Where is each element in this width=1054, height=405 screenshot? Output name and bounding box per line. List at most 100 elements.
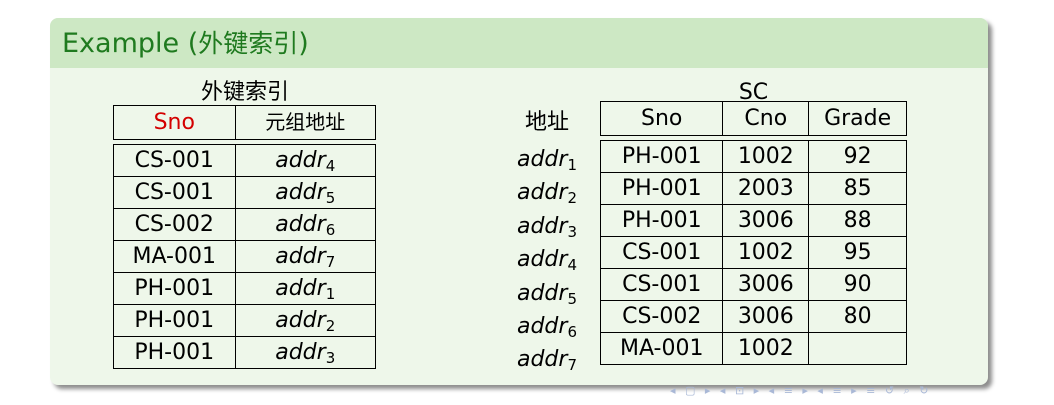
address-subscript: 5 [567,289,577,308]
block-title-latin: Example ( [62,28,199,59]
address-text: addr [516,313,568,339]
address-label: addr1 [512,143,582,176]
index-address-cell: addr6 [234,208,376,241]
sc-sno-cell: MA-001 [599,332,724,365]
index-sno-cell: CS-001 [113,144,236,177]
address-text: addr [275,244,326,269]
index-sno-cell: PH-001 [113,304,236,337]
sc-cno-cell: 3006 [722,268,810,301]
address-text: addr [516,180,568,206]
table-row: PH-001 2003 85 [599,172,907,205]
sc-header-cno: Cno [722,101,810,136]
sc-sno-cell: PH-001 [599,172,724,205]
address-label: addr6 [512,310,582,343]
block-title-close: ) [298,28,309,59]
sc-cno-cell: 3006 [722,204,810,237]
sc-cno-cell: 1002 [722,140,810,173]
sc-grade-cell: 95 [808,236,907,269]
index-header-tuple-address: 元组地址 [234,105,376,140]
sc-sno-cell: CS-002 [599,300,724,333]
address-label: addr2 [512,176,582,209]
table-row: CS-001 3006 90 [599,268,907,301]
index-sno-cell: PH-001 [113,272,236,305]
index-address-cell: addr4 [234,144,376,177]
address-text: addr [516,247,568,273]
address-text: addr [516,213,568,239]
address-subscript: 4 [567,256,577,275]
sc-header-row: Sno Cno Grade [599,101,907,136]
foreign-key-index-table: Sno 元组地址 CS-001 addr4 CS-001 addr5 CS-002 add… [113,105,376,369]
address-subscript: 3 [325,349,336,367]
address-text: addr [275,180,326,205]
address-text: addr [516,147,568,172]
index-sno-cell: MA-001 [113,240,236,273]
sc-sno-cell: CS-001 [599,268,724,301]
block-title-cjk: 外键索引 [198,29,299,58]
table-row: PH-001 3006 88 [599,204,907,237]
address-label: addr7 [512,343,582,376]
address-subscript: 3 [567,222,577,241]
sc-sno-cell: PH-001 [599,204,724,237]
address-subscript: 7 [567,356,577,375]
table-row: CS-001 addr4 [113,144,376,177]
sc-grade-cell: 90 [808,268,907,301]
sc-grade-cell: 85 [808,172,907,205]
sc-header-grade: Grade [808,101,907,136]
table-row: MA-001 1002 [599,332,907,365]
sc-cno-cell: 3006 [722,300,810,333]
sc-cno-cell: 1002 [722,332,810,365]
index-header-row: Sno 元组地址 [113,105,376,140]
table-row: PH-001 addr1 [113,272,376,305]
index-sno-cell: CS-001 [113,176,236,209]
index-sno-cell: PH-001 [113,336,236,369]
address-subscript: 1 [325,285,336,303]
sc-header-sno: Sno [599,101,724,136]
address-text: addr [275,148,326,173]
sc-cno-cell: 2003 [722,172,810,205]
address-subscript: 5 [325,189,336,207]
index-header-sno: Sno [113,105,236,140]
address-text: addr [275,308,326,333]
table-row: PH-001 1002 92 [599,140,907,173]
sc-grade-cell: 80 [808,300,907,333]
index-address-cell: addr2 [234,304,376,337]
table-row: PH-001 addr2 [113,304,376,337]
table-row: CS-002 addr6 [113,208,376,241]
index-sno-cell: CS-002 [113,208,236,241]
address-label: addr4 [512,243,582,276]
address-subscript: 6 [325,221,336,239]
table-row: CS-001 1002 95 [599,236,907,269]
address-subscript: 6 [567,322,577,341]
table-row: MA-001 addr7 [113,240,376,273]
address-label: addr3 [512,210,582,243]
address-subscript: 7 [325,253,336,271]
index-address-cell: addr1 [234,272,376,305]
block-title: Example (外键索引) [50,18,988,68]
address-text: addr [275,340,326,365]
address-column-header: 地址 [524,110,569,135]
address-text: addr [516,347,568,373]
address-column: addr1 addr2 addr3 addr4 addr5 addr6 addr7 [512,143,582,377]
sc-grade-cell: 92 [808,140,907,173]
address-subscript: 2 [325,317,336,335]
index-address-cell: addr3 [234,336,376,369]
address-label: addr5 [512,277,582,310]
sc-grade-cell: 88 [808,204,907,237]
table-row: CS-001 addr5 [113,176,376,209]
index-address-cell: addr7 [234,240,376,273]
table-row: PH-001 addr3 [113,336,376,369]
sc-sno-cell: PH-001 [599,140,724,173]
address-text: addr [275,212,326,237]
sc-cno-cell: 1002 [722,236,810,269]
index-address-cell: addr5 [234,176,376,209]
address-subscript: 2 [567,189,577,208]
sc-table: Sno Cno Grade PH-001 1002 92 PH-001 2003 85 PH… [599,101,907,365]
beamer-navigation-icons[interactable]: ◂ ▢ ▸ ◂ ⊡ ▸ ◂ ≡ ▸ ◂ ≡ ▸ ≡ ↺ ⌕ ↻ [670,384,931,398]
address-text: addr [275,276,326,301]
index-table-caption: 外键索引 [200,80,289,105]
sc-grade-cell [808,332,907,365]
address-text: addr [516,280,568,306]
address-subscript: 1 [567,156,577,174]
table-row: CS-002 3006 80 [599,300,907,333]
address-subscript: 4 [325,157,336,175]
